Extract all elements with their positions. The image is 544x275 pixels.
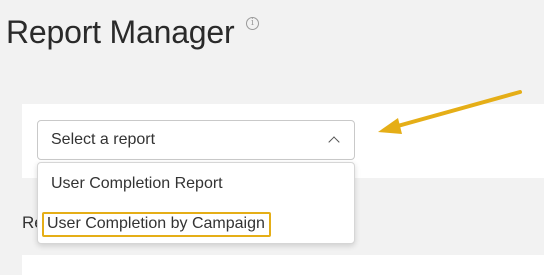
- info-icon[interactable]: i: [246, 17, 259, 30]
- annotation-arrow-shaft: [392, 90, 522, 129]
- chevron-up-icon: [328, 136, 340, 148]
- lower-card: [22, 255, 544, 275]
- report-select-value: Select a report: [51, 131, 156, 148]
- option-label: User Completion Report: [51, 175, 223, 192]
- annotation-arrow-head: [378, 118, 402, 134]
- option-label: User Completion by Campaign: [42, 211, 271, 237]
- page-title: Report Manager: [6, 14, 235, 50]
- report-dropdown-menu: User Completion Report User Completion b…: [37, 162, 355, 244]
- annotation-arrow: [378, 90, 522, 134]
- option-user-completion-by-campaign[interactable]: User Completion by Campaign: [38, 204, 354, 244]
- option-user-completion-report[interactable]: User Completion Report: [38, 164, 354, 204]
- report-select[interactable]: Select a report: [37, 120, 355, 160]
